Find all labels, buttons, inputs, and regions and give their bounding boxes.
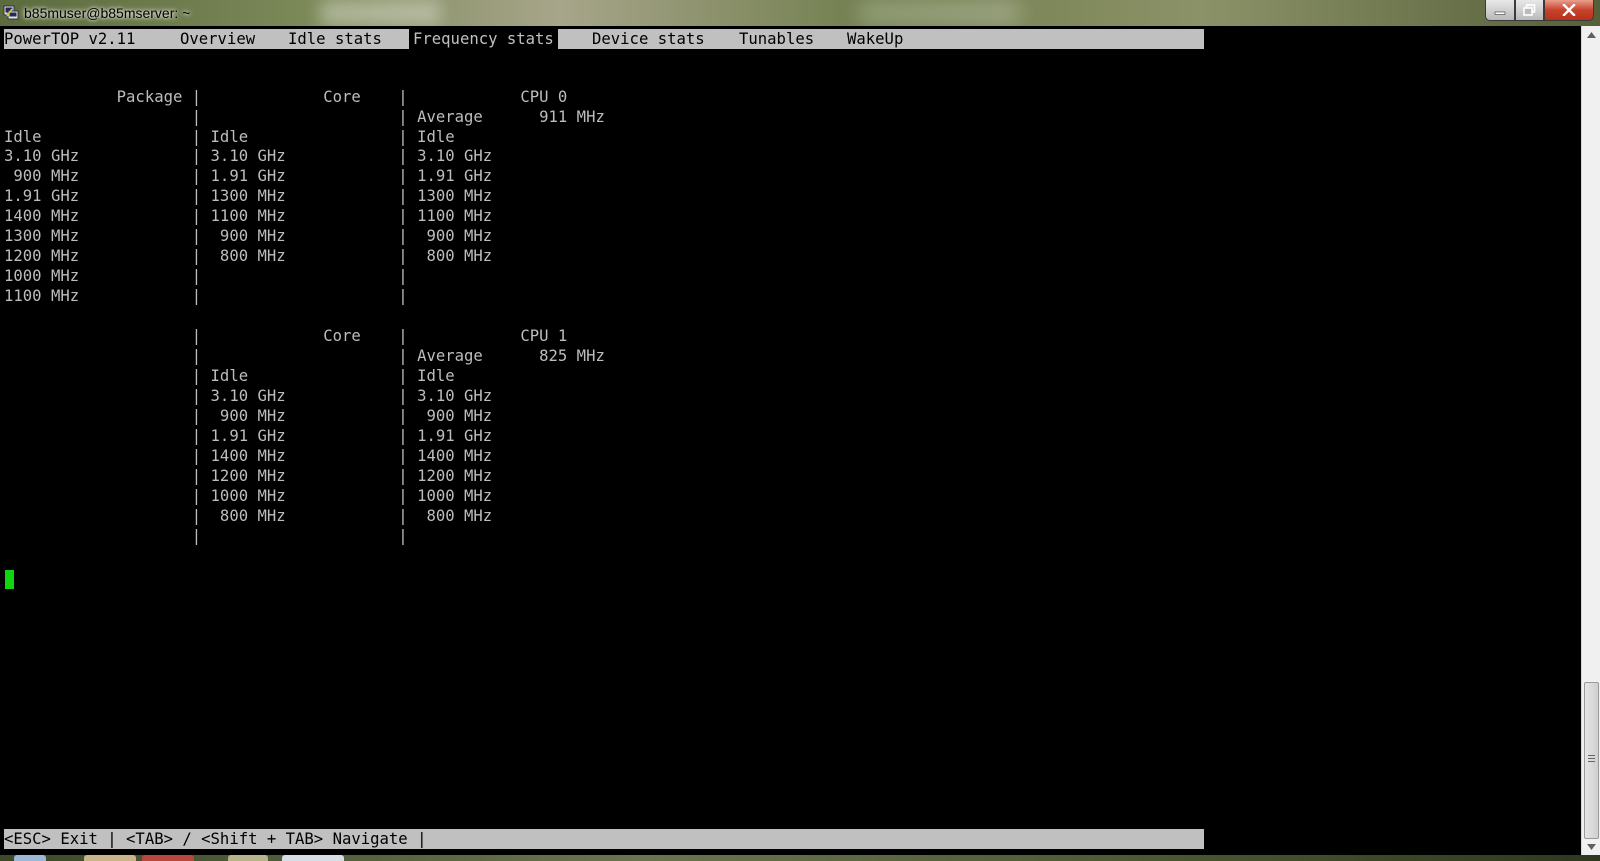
vertical-scrollbar[interactable] <box>1581 26 1600 855</box>
tab-tunables[interactable]: Tunables <box>739 29 814 49</box>
minimize-button[interactable] <box>1485 0 1515 21</box>
package-core-cpu0-header: Package | Core | CPU 0 <box>4 88 568 106</box>
start-button[interactable] <box>14 855 46 861</box>
terminal-line: 1000 MHz | | <box>4 267 408 285</box>
window-controls <box>1485 0 1594 22</box>
putty-terminal-icon[interactable] <box>3 4 19 20</box>
taskbar-item-putty[interactable] <box>282 855 344 861</box>
terminal-line: 1400 MHz | 1100 MHz | 1100 MHz <box>4 207 493 225</box>
chevron-down-icon <box>1586 843 1596 850</box>
window-title: b85muser@b85mserver: ~ <box>24 5 191 21</box>
terminal-line: 1.91 GHz | 1300 MHz | 1300 MHz <box>4 187 493 205</box>
terminal-screen[interactable]: PowerTOP v2.11 Overview Idle stats Frequ… <box>0 26 1582 855</box>
terminal-line: | Idle | Idle <box>4 367 455 385</box>
terminal-line: 1100 MHz | | <box>4 287 408 305</box>
cpu1-average-row: | | Average 825 MHz <box>4 347 605 365</box>
tab-wakeup[interactable]: WakeUp <box>847 29 903 49</box>
status-bar: <ESC> Exit | <TAB> / <Shift + TAB> Navig… <box>4 829 1204 849</box>
terminal-line: | 1000 MHz | 1000 MHz <box>4 487 493 505</box>
powertop-tab-bar: PowerTOP v2.11 Overview Idle stats Frequ… <box>4 29 1204 49</box>
title-bar-background-highlight <box>860 0 1020 26</box>
cpu0-average-row: | | Average 911 MHz <box>4 108 605 126</box>
taskbar <box>0 855 1600 861</box>
chevron-up-icon <box>1586 31 1596 38</box>
terminal-line: | 1400 MHz | 1400 MHz <box>4 447 493 465</box>
terminal-line: | 800 MHz | 800 MHz <box>4 507 493 525</box>
terminal-line: 1200 MHz | 800 MHz | 800 MHz <box>4 247 493 265</box>
tab-overview[interactable]: Overview <box>180 29 255 49</box>
title-bar-background <box>320 0 440 26</box>
restore-icon <box>1523 4 1536 16</box>
close-button[interactable] <box>1544 0 1594 21</box>
terminal-line: | 900 MHz | 900 MHz <box>4 407 493 425</box>
terminal-line: 1300 MHz | 900 MHz | 900 MHz <box>4 227 493 245</box>
terminal-line: Idle | Idle | Idle <box>4 128 455 146</box>
tab-idle-stats[interactable]: Idle stats <box>288 29 382 49</box>
close-icon <box>1562 4 1576 16</box>
tab-frequency-stats[interactable]: Frequency stats <box>409 29 558 49</box>
taskbar-item-explorer[interactable] <box>84 855 136 861</box>
terminal-line: | 1200 MHz | 1200 MHz <box>4 467 493 485</box>
terminal-line: 900 MHz | 1.91 GHz | 1.91 GHz <box>4 167 493 185</box>
tab-device-stats[interactable]: Device stats <box>592 29 705 49</box>
terminal-line: | 1.91 GHz | 1.91 GHz <box>4 427 493 445</box>
scrollbar-grip-icon <box>1588 755 1595 756</box>
scrollbar-thumb[interactable] <box>1584 682 1599 839</box>
app-title-label: PowerTOP v2.11 <box>4 30 136 48</box>
window-title-bar[interactable]: b85muser@b85mserver: ~ <box>0 0 1600 26</box>
terminal-cursor <box>5 570 14 589</box>
taskbar-item-browser[interactable] <box>142 855 194 861</box>
terminal-line: 3.10 GHz | 3.10 GHz | 3.10 GHz <box>4 147 493 165</box>
terminal-line: | 3.10 GHz | 3.10 GHz <box>4 387 493 405</box>
restore-button[interactable] <box>1515 0 1544 21</box>
taskbar-item-app[interactable] <box>228 855 268 861</box>
scroll-up-button[interactable] <box>1582 26 1600 43</box>
core-cpu1-header: | Core | CPU 1 <box>4 327 568 345</box>
scroll-down-button[interactable] <box>1582 838 1600 855</box>
minimize-icon <box>1494 11 1506 15</box>
terminal-line: | | <box>4 527 408 545</box>
